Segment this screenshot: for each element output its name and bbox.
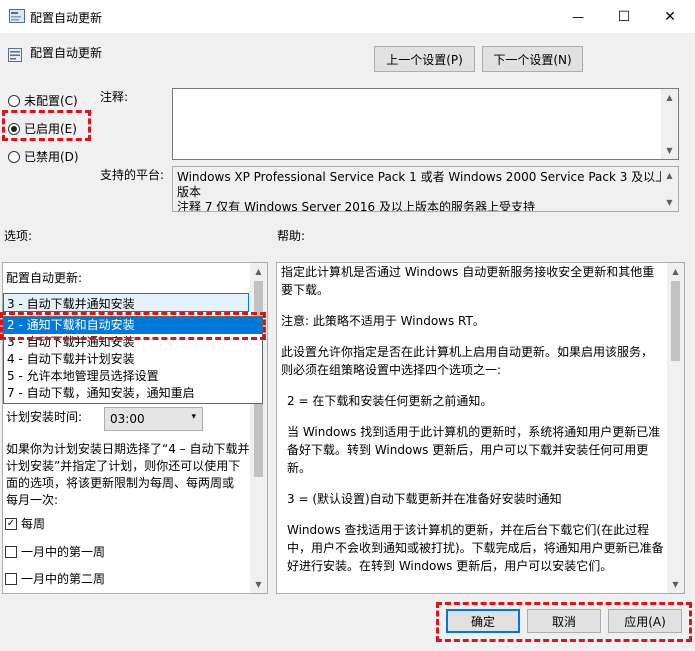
annotation-enabled-highlight: [2, 110, 91, 141]
checkbox-first-week[interactable]: 一月中的第一周: [5, 543, 105, 560]
scroll-up-icon[interactable]: ▲: [667, 263, 684, 280]
policy-app-icon: [9, 9, 25, 23]
scroll-up-icon[interactable]: ▲: [661, 167, 678, 184]
description-line: 面的选项，将该更新限制为每周、每两周或: [6, 476, 235, 490]
minimize-button[interactable]: —: [555, 0, 601, 33]
schedule-time-select[interactable]: 03:00 ▾: [104, 407, 203, 431]
platform-line: 注释 7 仅有 Windows Server 2016 及以上版本的服务器上受支…: [177, 200, 535, 212]
help-content: 指定此计算机是否通过 Windows 自动更新服务接收安全更新和其他重要下载。 …: [281, 263, 664, 588]
scroll-down-icon[interactable]: ▼: [661, 142, 678, 159]
checkbox-first-week-box: [5, 545, 17, 558]
schedule-time-label: 计划安装时间:: [6, 410, 83, 424]
comment-textarea[interactable]: ▲ ▼: [172, 88, 679, 160]
checkbox-weekly[interactable]: ✓ 每周: [5, 515, 45, 532]
radio-disabled[interactable]: 已禁用(D): [8, 148, 79, 165]
schedule-time-value: 03:00: [110, 412, 145, 426]
description-line: 如果你为计划安装日期选择了“4 – 自动下载并: [6, 442, 250, 456]
radio-not-configured[interactable]: 未配置(C): [8, 92, 78, 109]
comment-value: [173, 89, 678, 95]
annotation-option-highlight: [0, 312, 266, 340]
scroll-down-icon[interactable]: ▼: [667, 576, 684, 593]
setting-icon: [8, 48, 22, 62]
schedule-description: 如果你为计划安装日期选择了“4 – 自动下载并 计划安装”并指定了计划，则你还可…: [6, 441, 254, 509]
help-paragraph: 当 Windows 找到适用于此计算机的更新时，系统将通知用户更新已准备好下载。…: [287, 425, 661, 475]
title-bar: 配置自动更新 — ☐ ✕: [0, 0, 695, 33]
checkbox-second-week-box: [5, 572, 17, 585]
checkbox-weekly-box: ✓: [5, 517, 17, 530]
scroll-up-icon[interactable]: ▲: [661, 89, 678, 106]
checkbox-second-week-label: 一月中的第二周: [21, 572, 106, 586]
checkbox-first-week-label: 一月中的第一周: [21, 545, 106, 559]
dropdown-option[interactable]: 7 - 自动下载，通知安装，通知重启: [4, 385, 262, 402]
setting-title: 配置自动更新: [30, 46, 103, 60]
platform-scrollbar[interactable]: ▲ ▼: [661, 167, 678, 211]
checkbox-weekly-label: 每周: [21, 517, 46, 531]
help-paragraph: 2 = 在下载和安装任何更新之前通知。: [287, 394, 493, 408]
radio-disabled-dot: [8, 150, 20, 163]
help-paragraph: Windows 查找适用于该计算机的更新，并在后台下载它们(在此过程中，用户不会…: [287, 523, 664, 573]
next-setting-label: 下一个设置(N): [493, 52, 572, 67]
options-section-label: 选项:: [4, 229, 33, 243]
scroll-down-icon[interactable]: ▼: [250, 576, 267, 593]
update-mode-combo-value: 3 - 自动下载并通知安装: [7, 297, 135, 311]
scroll-down-icon[interactable]: ▼: [661, 194, 678, 211]
comment-label: 注释:: [100, 90, 129, 104]
update-mode-combo[interactable]: 3 - 自动下载并通知安装: [3, 293, 249, 312]
scroll-up-icon[interactable]: ▲: [250, 263, 267, 280]
help-paragraph: 注意: 此策略不适用于 Windows RT。: [281, 314, 485, 328]
dropdown-option[interactable]: 5 - 允许本地管理员选择设置: [4, 368, 262, 385]
platform-line: 版本: [177, 185, 202, 199]
help-scrollbar[interactable]: ▲ ▼: [667, 263, 684, 593]
previous-setting-button[interactable]: 上一个设置(P): [374, 46, 475, 72]
description-line: 每月一次:: [6, 493, 59, 507]
platform-box: Windows XP Professional Service Pack 1 或…: [172, 166, 679, 212]
chevron-down-icon: ▾: [191, 412, 196, 422]
previous-setting-label: 上一个设置(P): [386, 52, 463, 67]
dropdown-option[interactable]: 4 - 自动下载并计划安装: [4, 351, 262, 368]
description-line: 计划安装”并指定了计划，则你还可以使用下: [6, 459, 241, 473]
help-panel: 指定此计算机是否通过 Windows 自动更新服务接收安全更新和其他重要下载。 …: [276, 262, 685, 594]
minimize-icon: —: [572, 9, 584, 24]
radio-not-configured-dot: [8, 94, 20, 107]
help-paragraph: 3 = (默认设置)自动下载更新并在准备好安装时通知: [287, 492, 562, 506]
help-paragraph: 指定此计算机是否通过 Windows 自动更新服务接收安全更新和其他重要下载。: [281, 265, 655, 297]
platform-label: 支持的平台:: [100, 168, 165, 182]
help-paragraph: 此设置允许你指定是否在此计算机上启用自动更新。如果启用该服务，则必须在组策略设置…: [281, 345, 654, 377]
help-scroll-thumb[interactable]: [671, 281, 680, 361]
comment-scrollbar[interactable]: ▲ ▼: [661, 89, 678, 159]
configure-updates-label: 配置自动更新:: [6, 271, 83, 285]
annotation-footer-highlight: [436, 602, 692, 642]
maximize-button[interactable]: ☐: [601, 0, 647, 33]
window-title: 配置自动更新: [30, 11, 103, 25]
next-setting-button[interactable]: 下一个设置(N): [482, 46, 583, 72]
maximize-icon: ☐: [617, 8, 631, 25]
radio-not-configured-label: 未配置(C): [24, 94, 78, 108]
platform-line: Windows XP Professional Service Pack 1 或…: [177, 170, 668, 184]
help-section-label: 帮助:: [277, 229, 306, 243]
checkbox-second-week[interactable]: 一月中的第二周: [5, 570, 105, 587]
close-button[interactable]: ✕: [647, 0, 693, 33]
radio-disabled-label: 已禁用(D): [24, 150, 79, 164]
close-icon: ✕: [664, 8, 676, 25]
